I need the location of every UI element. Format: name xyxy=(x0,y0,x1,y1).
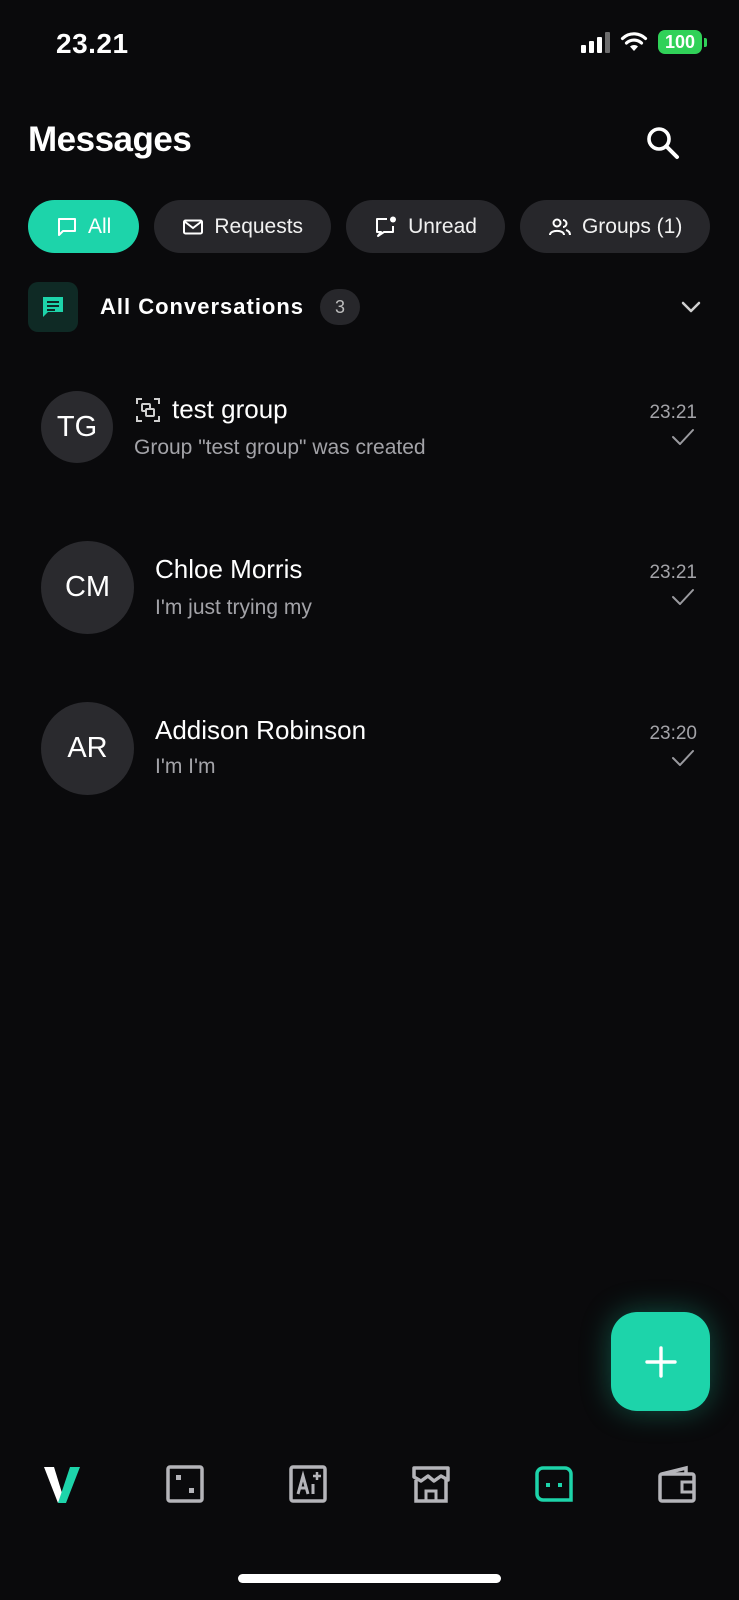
ai-icon xyxy=(289,1465,327,1503)
filter-chip-label: Unread xyxy=(408,214,477,238)
nav-messages[interactable] xyxy=(529,1459,579,1509)
conversation-name-text: Addison Robinson xyxy=(155,715,367,745)
conversation-name: test group xyxy=(134,394,288,425)
conversation-name: Addison Robinson xyxy=(155,715,366,746)
filter-chip-groups[interactable]: Groups (1) xyxy=(519,200,710,253)
check-icon xyxy=(672,589,694,605)
battery-level: 100 xyxy=(658,30,702,54)
wifi-icon xyxy=(620,32,648,51)
dice-icon xyxy=(166,1465,204,1503)
status-time: 23.21 xyxy=(56,28,129,59)
filter-chip-unread[interactable]: Unread xyxy=(346,200,505,253)
filter-chip-requests[interactable]: Requests xyxy=(154,200,332,253)
avatar: TG xyxy=(41,391,113,463)
conversation-name-text: Chloe Morris xyxy=(155,554,303,584)
conversation-time: 23:20 xyxy=(649,723,697,744)
filter-chip-label: All xyxy=(88,214,112,238)
conversations-icon xyxy=(28,282,78,332)
unread-bubble-icon xyxy=(376,216,397,237)
filter-chips-scroll[interactable]: All Requests Unread Groups (1) xyxy=(0,200,710,260)
plus-icon xyxy=(644,1345,677,1378)
conversation-time: 23:21 xyxy=(649,402,697,423)
wallet-icon xyxy=(658,1465,696,1503)
conversation-row[interactable]: CM Chloe Morris I'm just trying my 23:21 xyxy=(0,532,739,642)
search-button[interactable] xyxy=(641,121,685,165)
people-icon xyxy=(548,218,571,235)
envelope-icon xyxy=(183,219,204,234)
nav-games[interactable] xyxy=(160,1459,210,1509)
page-title: Messages xyxy=(28,120,192,159)
conversation-preview: I'm just trying my xyxy=(155,596,312,619)
messages-screen: 23.21 100 Messages All Requests Unread G… xyxy=(0,0,739,1600)
conversation-count-badge: 3 xyxy=(320,289,361,325)
cellular-signal-icon xyxy=(581,31,610,53)
conversation-time: 23:21 xyxy=(649,562,697,583)
check-icon xyxy=(672,429,694,445)
home-indicator xyxy=(238,1574,501,1583)
bottom-nav xyxy=(0,1455,739,1515)
search-icon xyxy=(647,127,679,159)
new-message-button[interactable] xyxy=(611,1312,710,1411)
nav-store[interactable] xyxy=(406,1459,456,1509)
conversation-row[interactable]: AR Addison Robinson I'm I'm 23:20 xyxy=(0,693,739,803)
filter-chip-all[interactable]: All xyxy=(28,200,140,253)
group-icon xyxy=(136,397,160,422)
conversation-preview: Group "test group" was created xyxy=(134,436,426,459)
chat-bubble-icon xyxy=(58,217,76,236)
store-icon xyxy=(412,1466,450,1503)
app-logo-icon xyxy=(44,1467,80,1503)
avatar: CM xyxy=(41,541,134,634)
conversation-row[interactable]: TG test group Group "test group" was cre… xyxy=(0,372,739,482)
message-icon xyxy=(535,1466,573,1502)
filter-chip-label: Groups (1) xyxy=(581,214,683,238)
conversation-preview: I'm I'm xyxy=(155,755,216,778)
battery-icon: 100 xyxy=(658,30,707,54)
nav-ai[interactable] xyxy=(283,1459,333,1509)
nav-home[interactable] xyxy=(37,1459,87,1509)
conversation-name-text: test group xyxy=(172,394,288,424)
chevron-down-icon[interactable] xyxy=(676,292,706,322)
all-conversations-header[interactable]: All Conversations 3 xyxy=(28,281,710,333)
section-title: All Conversations xyxy=(100,294,305,319)
status-indicators: 100 xyxy=(581,30,707,54)
nav-wallet[interactable] xyxy=(652,1459,702,1509)
conversation-name: Chloe Morris xyxy=(155,554,302,585)
filter-chip-label: Requests xyxy=(214,214,304,238)
check-icon xyxy=(672,750,694,766)
avatar: AR xyxy=(41,702,134,795)
